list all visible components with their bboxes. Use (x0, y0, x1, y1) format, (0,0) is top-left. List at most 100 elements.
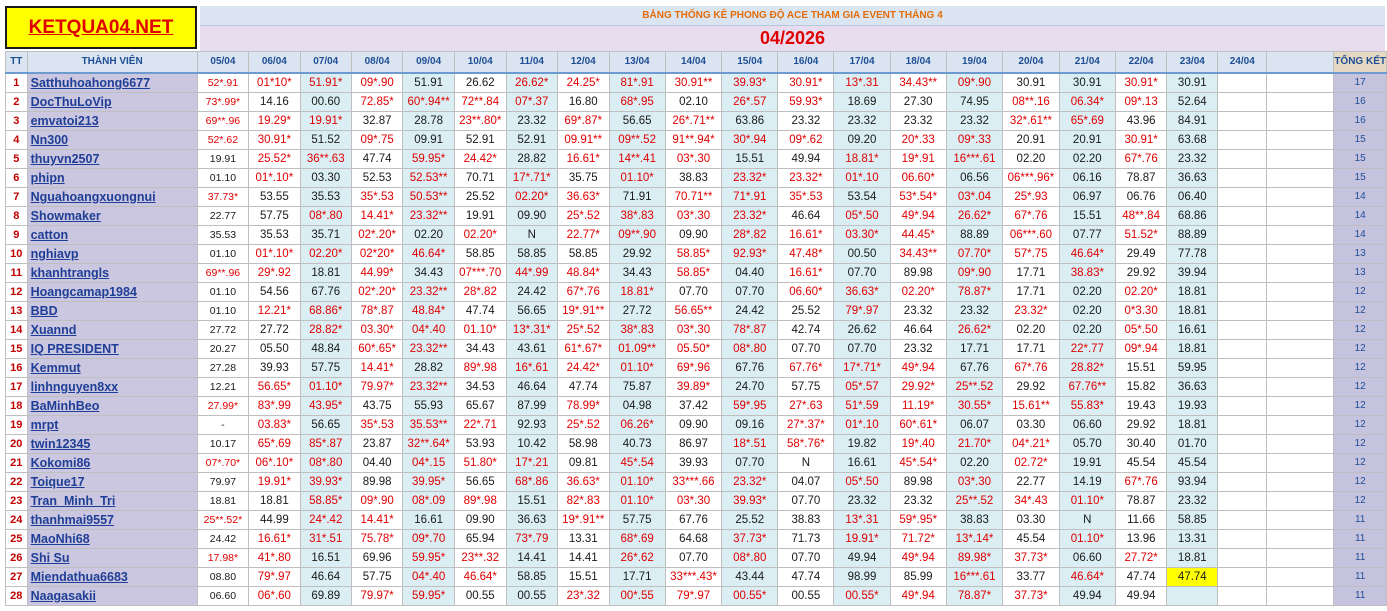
result-cell: 78*.87 (350, 301, 404, 321)
member-name-link[interactable]: mrpt (26, 415, 198, 435)
result-cell: 09.81 (556, 453, 610, 473)
table-row: 7 Nguahoangxuongnui 37.73* 53.55 35.53 35*.53… (5, 187, 1387, 207)
result-cell: 18.81 (1166, 301, 1219, 321)
table-row: 8 Showmaker 22.77 57.75 08*.80 14.41* 23.32** 1… (5, 206, 1387, 226)
member-name-link[interactable]: Kemmut (26, 358, 198, 378)
member-name-link[interactable]: nghiavp (26, 244, 198, 264)
member-name-link[interactable]: linhnguyen8xx (26, 377, 198, 397)
result-cell: 18.81 (1166, 548, 1219, 568)
total-cell: 14 (1333, 206, 1387, 226)
result-cell: 39.94 (1166, 263, 1219, 283)
result-cell: 24.25* (556, 72, 610, 93)
result-cell: 03*.30 (664, 320, 723, 340)
table-row: 20 twin12345 10.17 65*.69 85*.87 23.87 32**.64… (5, 434, 1387, 454)
result-cell: 44.45* (889, 225, 947, 245)
result-cell (1166, 586, 1219, 606)
member-name-link[interactable]: Satthuhoahong6677 (26, 72, 198, 93)
result-cell: 02.20* (889, 282, 947, 302)
header-date: 06/04 (248, 51, 301, 74)
total-cell: 16 (1333, 92, 1387, 112)
result-cell: 09*.33 (945, 130, 1004, 150)
result-cell: 18.81 (1166, 282, 1219, 302)
member-name-link[interactable]: catton (26, 225, 198, 245)
member-name-link[interactable]: Xuannd (26, 320, 198, 340)
member-name-link[interactable]: Showmaker (26, 206, 198, 226)
result-cell: 25**.52* (196, 510, 250, 530)
result-cell: 88.89 (945, 225, 1004, 245)
result-cell: 06.07 (945, 415, 1004, 435)
member-name-link[interactable]: MaoNhi68 (26, 529, 198, 549)
result-cell: 02.10 (664, 92, 723, 112)
member-name-link[interactable]: phipn (26, 168, 198, 188)
site-logo-text[interactable]: KETQUA04.NET (29, 17, 174, 39)
member-name-link[interactable]: Naagasakii (26, 586, 198, 606)
member-name-link[interactable]: IQ PRESIDENT (26, 339, 198, 359)
result-cell: 45.54 (1114, 453, 1168, 473)
result-cell: 25**.52 (945, 377, 1004, 397)
member-name-link[interactable]: Shi Su (26, 548, 198, 568)
result-cell: 68*.86 (505, 472, 558, 492)
member-name-link[interactable]: twin12345 (26, 434, 198, 454)
member-name-link[interactable]: Toique17 (26, 472, 198, 492)
result-cell: 11.19* (889, 396, 947, 416)
result-cell: 28.82 (402, 358, 455, 378)
result-cell: 14.41* (350, 358, 404, 378)
result-cell: 89.98 (889, 472, 947, 492)
result-cell: 58*.76* (777, 434, 835, 454)
site-logo[interactable]: KETQUA04.NET (5, 6, 197, 49)
member-name-link[interactable]: BBD (26, 301, 198, 321)
result-cell: 56.65 (453, 472, 507, 492)
table-row: 16 Kemmut 27.28 39.93 57.75 14.41* 28.82 89*.98… (5, 358, 1387, 378)
result-cell: 23.32 (505, 111, 558, 131)
result-cell: 02.20* (505, 187, 558, 207)
result-cell: 59.95* (402, 586, 455, 606)
result-cell: 26.62* (945, 206, 1004, 226)
result-cell: 16.61 (833, 453, 891, 473)
result-cell: 51.52 (299, 130, 352, 150)
result-cell: 30.91 (1058, 72, 1116, 93)
result-cell: 19*.40 (889, 434, 947, 454)
result-cell: 43.95* (299, 396, 352, 416)
result-cell: 65.94 (453, 529, 507, 549)
gap-cell (1266, 320, 1335, 340)
result-cell: 54.56 (248, 282, 301, 302)
table-row: 22 Toique17 79.97 19.91* 39.93* 89.98 39.95* 56… (5, 472, 1387, 492)
result-cell: 03*.04 (945, 187, 1004, 207)
member-name-link[interactable]: Miendathua6683 (26, 567, 198, 587)
result-cell: 17*.21 (505, 453, 558, 473)
result-cell: 68*.95 (608, 92, 666, 112)
member-name-link[interactable]: BaMinhBeo (26, 396, 198, 416)
result-cell: 25*.52 (556, 415, 610, 435)
member-name-link[interactable]: Hoangcamap1984 (26, 282, 198, 302)
member-name-link[interactable]: Tran_Minh_Tri (26, 491, 198, 511)
result-cell: 06*.10* (248, 453, 301, 473)
result-cell: 26.62 (833, 320, 891, 340)
result-cell: 35*.53 (350, 187, 404, 207)
result-cell: 19*.91** (556, 510, 610, 530)
result-cell (1217, 472, 1268, 492)
member-name-link[interactable]: emvatoi213 (26, 111, 198, 131)
total-cell: 16 (1333, 111, 1387, 131)
total-cell: 12 (1333, 320, 1387, 340)
member-name-link[interactable]: Nguahoangxuongnui (26, 187, 198, 207)
result-cell: 03*.30 (945, 472, 1004, 492)
result-cell: 07.77 (1058, 225, 1116, 245)
result-cell (1217, 567, 1268, 587)
row-number: 4 (5, 130, 28, 150)
result-cell: 02.20 (1002, 149, 1060, 169)
result-cell: 47.74 (350, 149, 404, 169)
result-cell: 01.10* (608, 472, 666, 492)
member-name-link[interactable]: khanhtrangls (26, 263, 198, 283)
result-cell: 06*.60 (248, 586, 301, 606)
result-cell: 55.83* (1058, 396, 1116, 416)
result-cell: 23.32 (945, 111, 1004, 131)
member-name-link[interactable]: DocThuLoVip (26, 92, 198, 112)
result-cell: 26.62* (505, 72, 558, 93)
member-name-link[interactable]: Nn300 (26, 130, 198, 150)
member-name-link[interactable]: thuyvn2507 (26, 149, 198, 169)
result-cell: 68*.69 (608, 529, 666, 549)
member-name-link[interactable]: Kokomi86 (26, 453, 198, 473)
result-cell: 07.70 (721, 282, 779, 302)
result-cell: 16.61* (556, 149, 610, 169)
member-name-link[interactable]: thanhmai9557 (26, 510, 198, 530)
